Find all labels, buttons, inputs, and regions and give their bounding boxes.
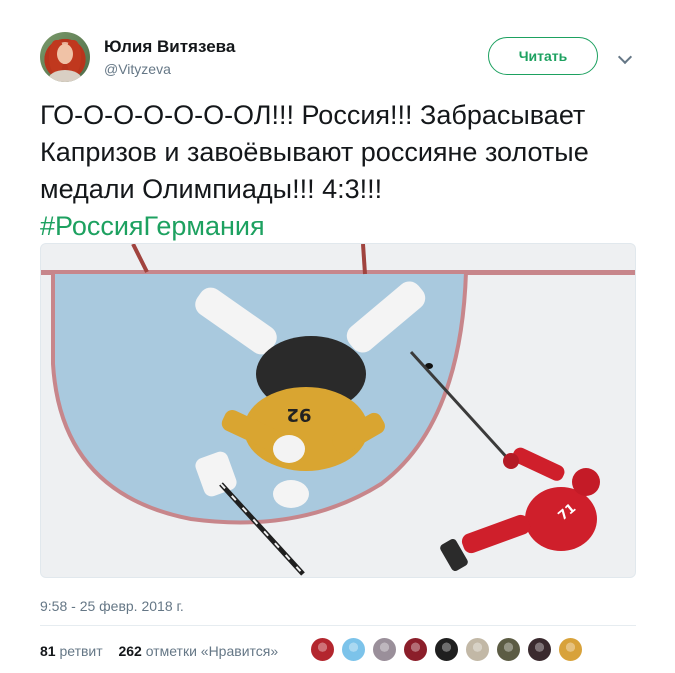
goal-post-right (361, 244, 367, 275)
retweets-label[interactable]: ретвит (59, 643, 102, 659)
skater-helmet (572, 468, 600, 496)
tweet-photo[interactable]: 92 71 (40, 243, 636, 578)
divider (40, 625, 636, 626)
liker-avatar[interactable] (558, 637, 583, 662)
liker-avatar[interactable] (341, 637, 366, 662)
likes-count[interactable]: 262 (118, 643, 141, 659)
avatar-face (57, 44, 73, 64)
goalie-mask (273, 435, 305, 463)
goalie-number: 92 (286, 404, 311, 425)
liker-avatar[interactable] (372, 637, 397, 662)
author-name[interactable]: Юлия Витязева (104, 37, 235, 57)
chevron-down-icon[interactable] (617, 49, 633, 65)
author-handle[interactable]: @Vityzeva (104, 61, 171, 77)
liker-avatar[interactable] (310, 637, 335, 662)
tweet-timestamp[interactable]: 9:58 - 25 февр. 2018 г. (40, 598, 184, 614)
retweets-count[interactable]: 81 (40, 643, 56, 659)
liker-avatar[interactable] (465, 637, 490, 662)
liker-avatars (310, 637, 589, 665)
tweet-card: Юлия Витязева @Vityzeva Читать ГО-О-О-О-… (0, 0, 675, 673)
tweet-body: ГО-О-О-О-О-О-ОЛ!!! Россия!!! Забрасывает… (40, 100, 589, 204)
liker-avatar[interactable] (434, 637, 459, 662)
tweet-stats: 81 ретвит 262 отметки «Нравится» (40, 643, 278, 659)
follow-button[interactable]: Читать (488, 37, 598, 75)
likes-label[interactable]: отметки «Нравится» (146, 643, 278, 659)
liker-avatar[interactable] (496, 637, 521, 662)
hockey-photo: 92 71 (41, 244, 635, 577)
liker-avatar[interactable] (527, 637, 552, 662)
hashtag-link[interactable]: #РоссияГермания (40, 208, 650, 245)
avatar[interactable] (40, 32, 90, 82)
skater-glove (503, 453, 519, 469)
tweet-text: ГО-О-О-О-О-О-ОЛ!!! Россия!!! Забрасывает… (40, 97, 650, 245)
liker-avatar[interactable] (403, 637, 428, 662)
goalie-glove (273, 480, 309, 508)
